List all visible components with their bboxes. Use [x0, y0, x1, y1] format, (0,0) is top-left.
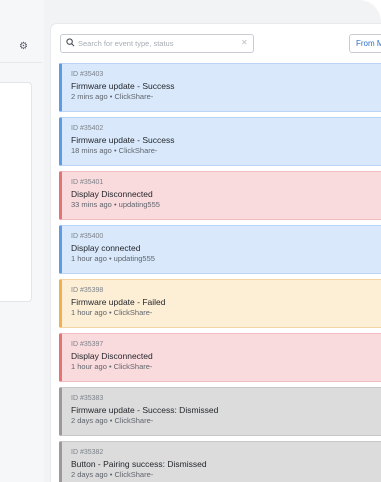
event-id: ID #35397 — [71, 341, 104, 348]
event-title: Firmware update - Success — [71, 81, 175, 91]
event-card[interactable]: ID #35397 Display Disconnected 1 hour ago … — [59, 333, 381, 382]
event-meta: 2 days ago • ClickShare- — [71, 416, 154, 425]
left-panel: ⚙ — [0, 0, 44, 482]
event-meta: 1 hour ago • updating555 — [71, 254, 155, 263]
event-title: Firmware update - Success: Dismissed — [71, 405, 219, 415]
event-card[interactable]: ID #35402 Firmware update - Success 18 min… — [59, 117, 381, 166]
event-id: ID #35383 — [71, 395, 104, 402]
divider — [0, 62, 42, 63]
event-title: Firmware update - Failed — [71, 297, 166, 307]
event-list: ID #35403 Firmware update - Success 2 mins… — [59, 63, 381, 482]
event-meta: 33 mins ago • updating555 — [71, 200, 160, 209]
close-icon[interactable]: ✕ — [241, 39, 248, 47]
events-panel: ✕ From M ID #35403 Firmware update - Succ… — [51, 24, 381, 482]
event-meta: 2 days ago • ClickShare- — [71, 470, 154, 479]
event-id: ID #35400 — [71, 233, 104, 240]
event-card[interactable]: ID #35401 Display Disconnected 33 mins ago… — [59, 171, 381, 220]
event-id: ID #35382 — [71, 449, 104, 456]
event-meta: 18 mins ago • ClickShare- — [71, 146, 158, 155]
event-id: ID #35402 — [71, 125, 104, 132]
event-meta: 2 mins ago • ClickShare- — [71, 92, 154, 101]
from-date-filter[interactable]: From M — [349, 34, 381, 53]
event-card[interactable]: ID #35398 Firmware update - Failed 1 hour … — [59, 279, 381, 328]
event-card[interactable]: ID #35382 Button - Pairing success: Dismi… — [59, 441, 381, 482]
app-frame: ⚙ ✕ From M ID #35403 Firmware update - Su… — [0, 0, 381, 482]
event-card[interactable]: ID #35400 Display connected 1 hour ago • u… — [59, 225, 381, 274]
event-title: Firmware update - Success — [71, 135, 175, 145]
event-title: Display Disconnected — [71, 189, 153, 199]
event-meta: 1 hour ago • ClickShare- — [71, 308, 153, 317]
left-card — [0, 82, 32, 302]
event-title: Button - Pairing success: Dismissed — [71, 459, 207, 469]
event-id: ID #35403 — [71, 71, 104, 78]
event-title: Display connected — [71, 243, 141, 253]
event-meta: 1 hour ago • ClickShare- — [71, 362, 153, 371]
search-input[interactable] — [78, 37, 228, 50]
gear-icon[interactable]: ⚙ — [19, 42, 29, 52]
event-card[interactable]: ID #35383 Firmware update - Success: Dism… — [59, 387, 381, 436]
event-id: ID #35401 — [71, 179, 104, 186]
event-id: ID #35398 — [71, 287, 104, 294]
event-card[interactable]: ID #35403 Firmware update - Success 2 mins… — [59, 63, 381, 112]
event-title: Display Disconnected — [71, 351, 153, 361]
search-icon — [66, 38, 75, 47]
search-box[interactable]: ✕ — [60, 34, 254, 53]
